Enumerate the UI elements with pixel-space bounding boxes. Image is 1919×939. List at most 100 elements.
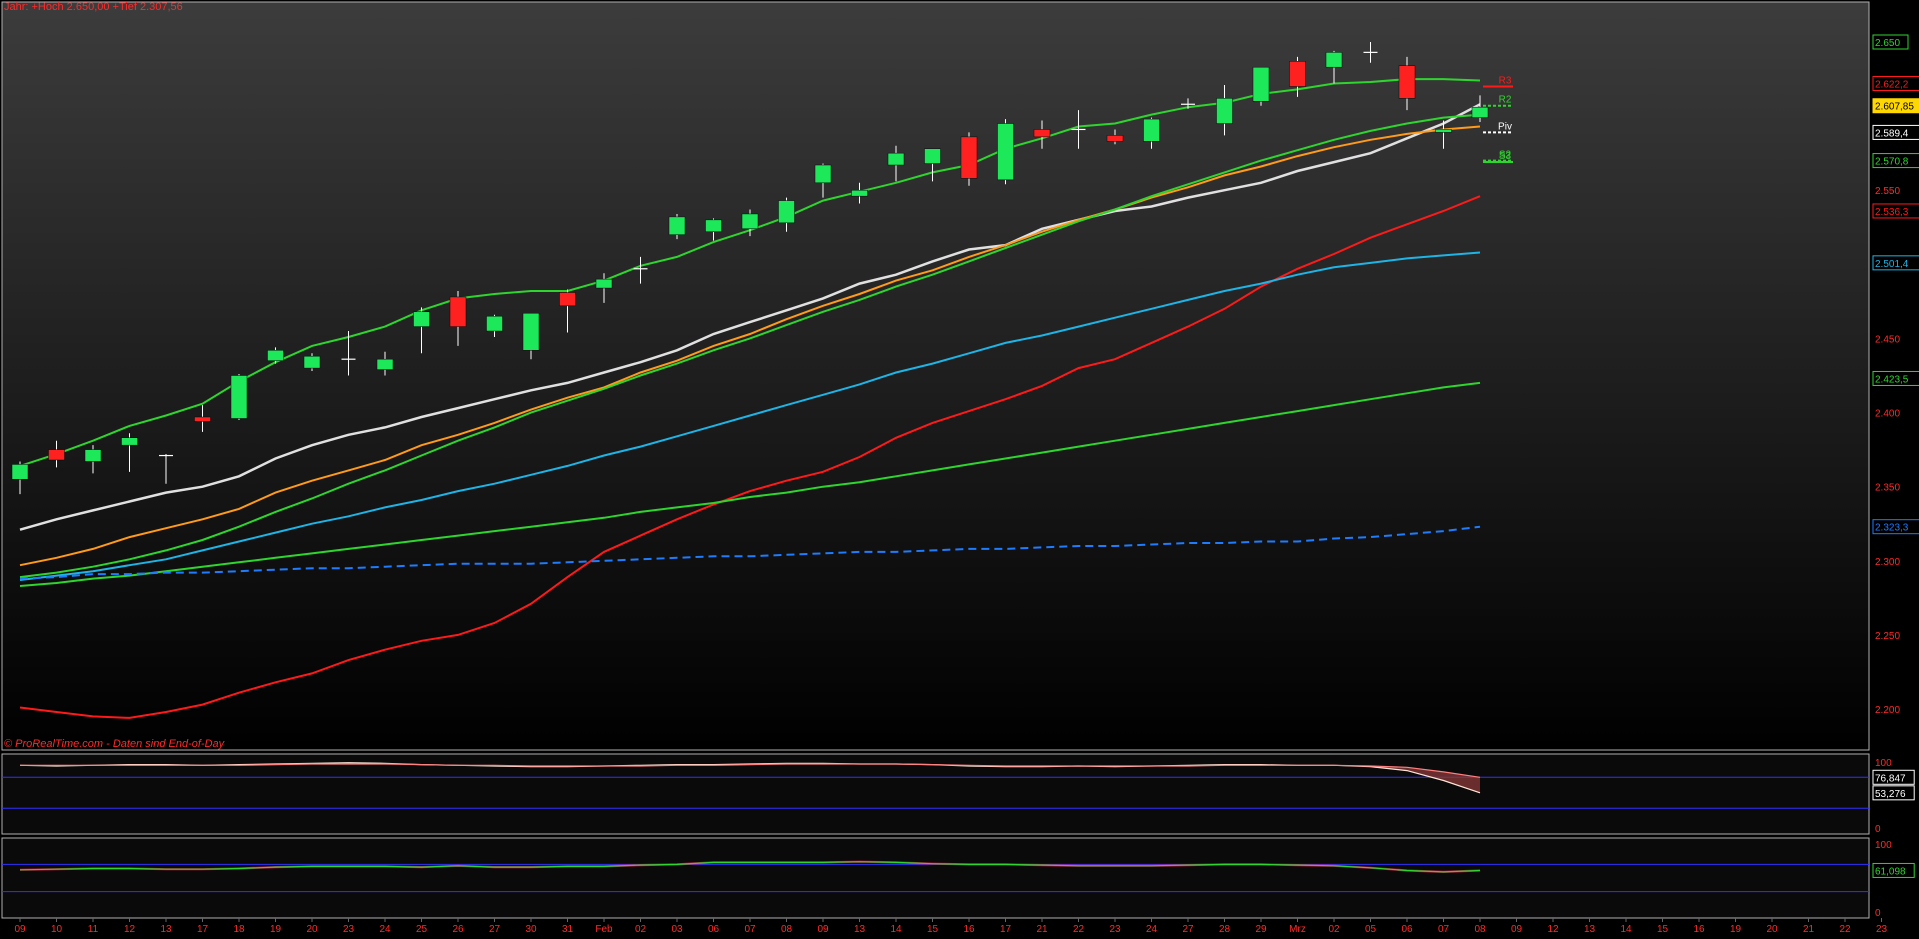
y-tick-label: 2.450 xyxy=(1875,334,1900,345)
y-tick-label: 100 xyxy=(1875,758,1892,769)
candle-body xyxy=(413,311,430,327)
candle-body xyxy=(1106,135,1124,142)
x-tick-label: 20 xyxy=(1766,924,1778,935)
candle-body xyxy=(814,164,832,184)
candle-body xyxy=(997,123,1014,181)
x-tick-label: 19 xyxy=(1730,924,1742,935)
value-badge-label: 76,847 xyxy=(1875,773,1906,784)
y-tick-label: 2.250 xyxy=(1875,631,1900,642)
oscillator-2-panel xyxy=(1,837,1870,919)
stock-chart: R3R2PivS2S3 100076,84753,276 100061,098 … xyxy=(0,0,1919,939)
x-tick-label: 17 xyxy=(1000,924,1012,935)
x-tick-label: 27 xyxy=(489,924,501,935)
candle-body xyxy=(1216,98,1233,124)
value-badge-label: 2.501,4 xyxy=(1875,259,1909,270)
x-tick-label: 31 xyxy=(562,924,574,935)
candle-body xyxy=(84,449,102,462)
x-tick-label: 15 xyxy=(927,924,939,935)
x-tick-label: 09 xyxy=(1511,924,1523,935)
candle-body xyxy=(522,312,540,351)
x-tick-label: 19 xyxy=(270,924,282,935)
candle-body xyxy=(668,216,686,235)
y-tick-label: 2.550 xyxy=(1875,186,1900,197)
x-tick-label: Feb xyxy=(595,924,613,935)
x-tick-label: 10 xyxy=(51,924,63,935)
candle-body xyxy=(887,152,905,166)
x-tick-label: 07 xyxy=(744,924,756,935)
x-tick-label: 14 xyxy=(890,924,902,935)
data-source-note: © ProRealTime.com - Daten sind End-of-Da… xyxy=(4,738,225,750)
value-badge-label: 61,098 xyxy=(1875,866,1906,877)
candle-body xyxy=(1325,52,1343,68)
candle-body xyxy=(778,200,795,224)
candle-body xyxy=(267,350,284,361)
candle-body xyxy=(1033,129,1051,138)
y-tick-label: 0 xyxy=(1875,824,1881,835)
x-tick-label: 11 xyxy=(88,924,99,935)
x-tick-label: 16 xyxy=(963,924,975,935)
candle-body xyxy=(924,148,941,164)
candle-body xyxy=(1435,129,1452,133)
x-tick-label: 02 xyxy=(635,924,647,935)
x-tick-label: 08 xyxy=(781,924,793,935)
x-tick-label: 30 xyxy=(525,924,537,935)
y-tick-label: 2.200 xyxy=(1875,705,1900,716)
chart-title: Jahr: +Hoch 2.650,00 +Tief 2.307,56 xyxy=(4,1,183,13)
candle-body xyxy=(960,136,978,179)
candle-body xyxy=(559,292,576,307)
x-tick-label: 09 xyxy=(14,924,26,935)
x-tick-label: 07 xyxy=(1438,924,1450,935)
candle-body xyxy=(48,449,65,461)
x-tick-label: 02 xyxy=(1328,924,1340,935)
x-tick-label: 08 xyxy=(1474,924,1486,935)
candle-body xyxy=(230,375,248,419)
x-tick-label: 27 xyxy=(1182,924,1194,935)
candle-body xyxy=(1398,65,1416,99)
value-badge-label: 53,276 xyxy=(1875,789,1906,800)
candle-body xyxy=(595,278,613,289)
y-tick-label: 0 xyxy=(1875,908,1881,919)
candle-body xyxy=(194,416,211,422)
candle-body xyxy=(11,464,29,480)
x-tick-label: 20 xyxy=(306,924,318,935)
x-tick-label: 15 xyxy=(1657,924,1669,935)
x-tick-label: 21 xyxy=(1803,924,1815,935)
y-tick-label: 2.350 xyxy=(1875,483,1900,494)
pivot-label: R2 xyxy=(1499,95,1512,106)
oscillator-1-panel xyxy=(1,753,1870,835)
x-tick-label: 03 xyxy=(671,924,683,935)
price-panel xyxy=(1,1,1870,751)
candle-body xyxy=(1471,106,1489,118)
candle-body xyxy=(376,358,394,370)
value-badge-label: 2.650 xyxy=(1875,38,1900,49)
value-badge-label: 2.622,2 xyxy=(1875,80,1909,91)
x-tick-label: 18 xyxy=(233,924,245,935)
pivot-label: R3 xyxy=(1499,75,1512,86)
x-tick-label: 16 xyxy=(1693,924,1705,935)
value-badge-label: 2.536,3 xyxy=(1875,207,1909,218)
candle-body xyxy=(449,296,467,327)
x-tick-label: 13 xyxy=(854,924,866,935)
candle-body xyxy=(1289,61,1306,87)
x-tick-label: 22 xyxy=(1839,924,1851,935)
candle-body xyxy=(705,219,722,232)
x-tick-label: 12 xyxy=(1547,924,1559,935)
x-tick-label: 06 xyxy=(708,924,720,935)
x-tick-label: 24 xyxy=(1146,924,1158,935)
value-badge-label: 2.570,8 xyxy=(1875,157,1909,168)
x-tick-label: 13 xyxy=(160,924,172,935)
x-tick-label: 26 xyxy=(452,924,464,935)
value-badge-label: 2.589,4 xyxy=(1875,128,1909,139)
candle-body xyxy=(741,213,759,230)
x-tick-label: 24 xyxy=(379,924,391,935)
x-tick-label: 23 xyxy=(343,924,355,935)
x-tick-label: 09 xyxy=(817,924,829,935)
x-tick-label: 14 xyxy=(1620,924,1632,935)
candle-body xyxy=(486,315,503,332)
x-tick-label: 17 xyxy=(197,924,209,935)
y-tick-label: 100 xyxy=(1875,840,1892,851)
candle-body xyxy=(1252,66,1270,102)
pivot-label: S3 xyxy=(1499,151,1512,162)
x-tick-label: 12 xyxy=(124,924,136,935)
y-tick-label: 2.300 xyxy=(1875,557,1900,568)
